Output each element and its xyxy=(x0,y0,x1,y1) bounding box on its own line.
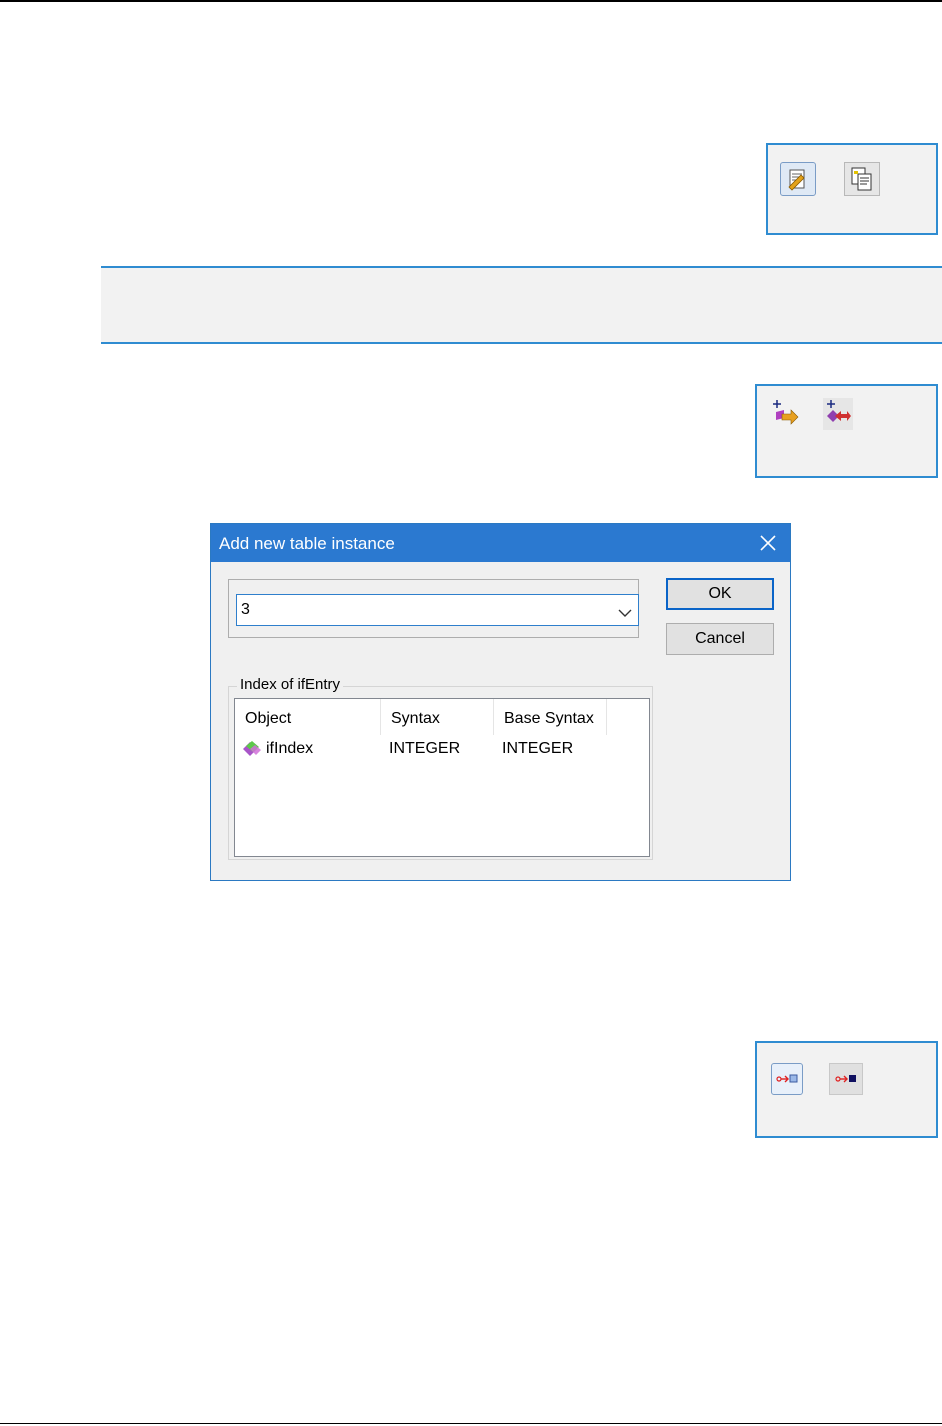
page-top-rule xyxy=(0,0,942,2)
column-header-object[interactable]: Object xyxy=(235,699,381,735)
note-band xyxy=(101,266,942,344)
toolbar-icon-box-1 xyxy=(766,143,938,235)
add-row-instance-icon[interactable] xyxy=(823,398,853,430)
export-value-filled-icon[interactable] xyxy=(829,1063,863,1095)
add-instance-icon[interactable] xyxy=(771,398,801,430)
row-base-syntax: INTEGER xyxy=(502,740,574,757)
dialog-titlebar: Add new table instance xyxy=(211,524,790,562)
cancel-button[interactable]: Cancel xyxy=(666,623,774,655)
row-object: ifIndex xyxy=(266,740,314,757)
combo-value[interactable]: 3 xyxy=(241,601,250,619)
column-header-syntax[interactable]: Syntax xyxy=(381,699,494,735)
listview-header: Object Syntax Base Syntax xyxy=(235,699,649,735)
column-header-base-syntax[interactable]: Base Syntax xyxy=(494,699,607,735)
table-row[interactable]: ifIndex INTEGER INTEGER xyxy=(235,737,649,761)
mib-object-icon xyxy=(241,739,263,767)
export-value-icon[interactable] xyxy=(771,1063,803,1095)
dialog-title: Add new table instance xyxy=(219,534,395,553)
groupbox-label: Index of ifEntry xyxy=(237,676,344,693)
toolbar-icon-box-3 xyxy=(755,1041,938,1138)
instance-index-combobox[interactable]: 3 xyxy=(236,594,639,626)
row-syntax: INTEGER xyxy=(389,740,461,757)
copy-properties-icon[interactable] xyxy=(844,162,880,196)
ok-button[interactable]: OK xyxy=(666,578,774,610)
index-listview[interactable]: Object Syntax Base Syntax ifIndex INTEGE… xyxy=(234,698,650,857)
toolbar-icon-box-2 xyxy=(755,384,938,478)
edit-properties-icon[interactable] xyxy=(780,162,816,196)
add-table-instance-dialog: Add new table instance 3 OK Cancel Index… xyxy=(210,523,791,881)
close-icon[interactable] xyxy=(758,533,778,553)
page-bottom-rule xyxy=(0,1423,942,1424)
chevron-down-icon[interactable] xyxy=(618,605,632,623)
